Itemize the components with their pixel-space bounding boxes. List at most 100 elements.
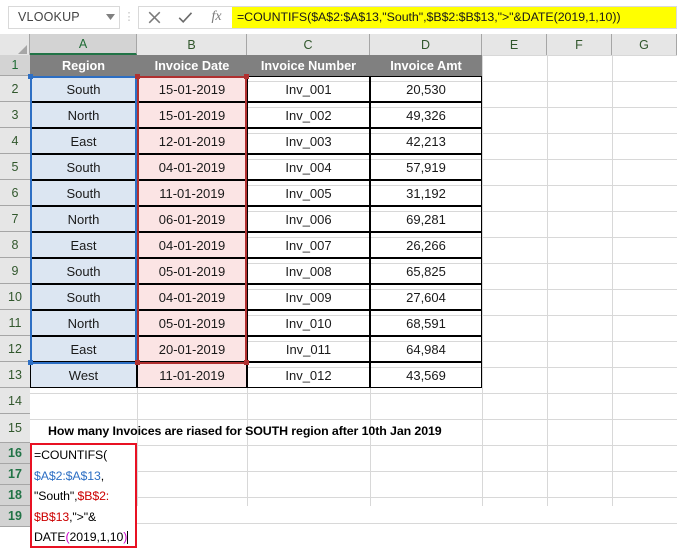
selection-handle-b-tl bbox=[135, 74, 140, 79]
cell-invoice-amount[interactable]: 65,825 bbox=[370, 258, 482, 284]
gridline-v bbox=[612, 55, 613, 506]
row-header-9[interactable]: 9 bbox=[0, 258, 30, 284]
column-header-g[interactable]: G bbox=[612, 34, 677, 55]
cell-region[interactable]: West bbox=[30, 362, 137, 388]
cell-invoice-amount[interactable]: 69,281 bbox=[370, 206, 482, 232]
cell-region[interactable]: South bbox=[30, 284, 137, 310]
cell-invoice-amount[interactable]: 68,591 bbox=[370, 310, 482, 336]
cell-region[interactable]: South bbox=[30, 76, 137, 102]
formula-bar-divider: ⋮ bbox=[123, 10, 135, 23]
cell-invoice-amount[interactable]: 31,192 bbox=[370, 180, 482, 206]
formula-edit-cell[interactable]: =COUNTIFS($A$2:$A$13, "South",$B$2: $B$13,… bbox=[30, 443, 137, 548]
formula-token: "South", bbox=[34, 489, 78, 503]
cell-invoice-number[interactable]: Inv_002 bbox=[247, 102, 370, 128]
cell-region[interactable]: North bbox=[30, 310, 137, 336]
cell-invoice-amount[interactable]: 57,919 bbox=[370, 154, 482, 180]
cell-region[interactable]: East bbox=[30, 128, 137, 154]
column-header-e[interactable]: E bbox=[482, 34, 547, 55]
fx-icon[interactable]: fx bbox=[201, 7, 232, 28]
gridline-v bbox=[482, 55, 483, 506]
cell-invoice-amount[interactable]: 27,604 bbox=[370, 284, 482, 310]
column-header-a[interactable]: A bbox=[30, 34, 137, 55]
cell-region[interactable]: South bbox=[30, 154, 137, 180]
formula-input[interactable]: =COUNTIFS($A$2:$A$13,"South",$B$2:$B$13,… bbox=[232, 5, 677, 29]
cell-invoice-number[interactable]: Inv_008 bbox=[247, 258, 370, 284]
cell-invoice-number[interactable]: Inv_004 bbox=[247, 154, 370, 180]
question-label: How many Invoices are riased for SOUTH r… bbox=[48, 424, 442, 438]
cell-invoice-date[interactable]: 04-01-2019 bbox=[137, 284, 247, 310]
cell-invoice-amount[interactable]: 49,326 bbox=[370, 102, 482, 128]
formula-token: $B$13 bbox=[34, 509, 70, 524]
row-header-11[interactable]: 11 bbox=[0, 310, 30, 336]
name-box[interactable]: VLOOKUP bbox=[8, 5, 120, 29]
cell-invoice-number[interactable]: Inv_012 bbox=[247, 362, 370, 388]
cell-invoice-amount[interactable]: 20,530 bbox=[370, 76, 482, 102]
cell-invoice-amount[interactable]: 43,569 bbox=[370, 362, 482, 388]
cell-invoice-date[interactable]: 15-01-2019 bbox=[137, 76, 247, 102]
cell-invoice-amount[interactable]: 64,984 bbox=[370, 336, 482, 362]
row-header-10[interactable]: 10 bbox=[0, 284, 30, 310]
select-all-corner[interactable] bbox=[0, 34, 30, 55]
cell-invoice-number[interactable]: Inv_005 bbox=[247, 180, 370, 206]
cell-invoice-amount[interactable]: 42,213 bbox=[370, 128, 482, 154]
column-header-c[interactable]: C bbox=[247, 34, 370, 55]
row-header-8[interactable]: 8 bbox=[0, 232, 30, 258]
formula-bar: VLOOKUP ⋮ fx =COUNTIFS($A$2:$A$13,"South… bbox=[0, 0, 677, 35]
row-header-19[interactable]: 19 bbox=[0, 506, 30, 527]
cell-invoice-date[interactable]: 04-01-2019 bbox=[137, 154, 247, 180]
cell-invoice-date[interactable]: 04-01-2019 bbox=[137, 232, 247, 258]
cell-invoice-date[interactable]: 15-01-2019 bbox=[137, 102, 247, 128]
formula-bar-buttons: fx bbox=[138, 5, 232, 29]
formula-token: $B$2: bbox=[77, 489, 110, 503]
cell-invoice-date[interactable]: 11-01-2019 bbox=[137, 362, 247, 388]
row-header-4[interactable]: 4 bbox=[0, 128, 30, 154]
cell-region[interactable]: North bbox=[30, 206, 137, 232]
cell-region[interactable]: South bbox=[30, 258, 137, 284]
selection-handle-a-bl bbox=[28, 360, 33, 365]
cell-invoice-date[interactable]: 05-01-2019 bbox=[137, 310, 247, 336]
cell-invoice-number[interactable]: Inv_011 bbox=[247, 336, 370, 362]
formula-line-1: =COUNTIFS( bbox=[32, 445, 135, 466]
cell-invoice-number[interactable]: Inv_003 bbox=[247, 128, 370, 154]
cell-invoice-number[interactable]: Inv_010 bbox=[247, 310, 370, 336]
row-header-16[interactable]: 16 bbox=[0, 443, 30, 464]
cell-invoice-date[interactable]: 12-01-2019 bbox=[137, 128, 247, 154]
row-header-12[interactable]: 12 bbox=[0, 336, 30, 362]
close-icon[interactable] bbox=[139, 7, 170, 28]
row-header-3[interactable]: 3 bbox=[0, 102, 30, 128]
selection-handle-b-bl bbox=[135, 360, 140, 365]
table-header-a: Region bbox=[30, 55, 137, 76]
row-header-17[interactable]: 17 bbox=[0, 464, 30, 485]
cell-region[interactable]: South bbox=[30, 180, 137, 206]
cell-invoice-date[interactable]: 05-01-2019 bbox=[137, 258, 247, 284]
column-header-d[interactable]: D bbox=[370, 34, 482, 55]
column-header-f[interactable]: F bbox=[547, 34, 612, 55]
cell-invoice-amount[interactable]: 26,266 bbox=[370, 232, 482, 258]
chevron-down-icon[interactable] bbox=[101, 14, 119, 20]
row-header-18[interactable]: 18 bbox=[0, 485, 30, 506]
row-header-15[interactable]: 15 bbox=[0, 414, 30, 443]
cell-region[interactable]: North bbox=[30, 102, 137, 128]
row-header-1[interactable]: 1 bbox=[0, 55, 30, 76]
cell-invoice-number[interactable]: Inv_006 bbox=[247, 206, 370, 232]
row-header-14[interactable]: 14 bbox=[0, 388, 30, 414]
formula-line-2: $A$2:$A$13, bbox=[32, 466, 135, 487]
row-header-13[interactable]: 13 bbox=[0, 362, 30, 388]
cell-invoice-date[interactable]: 06-01-2019 bbox=[137, 206, 247, 232]
row-header-6[interactable]: 6 bbox=[0, 180, 30, 206]
cell-region[interactable]: East bbox=[30, 336, 137, 362]
cell-invoice-number[interactable]: Inv_007 bbox=[247, 232, 370, 258]
cell-invoice-date[interactable]: 11-01-2019 bbox=[137, 180, 247, 206]
name-box-value: VLOOKUP bbox=[18, 10, 80, 24]
formula-token: DATE bbox=[34, 530, 66, 544]
check-icon[interactable] bbox=[170, 7, 201, 28]
row-header-5[interactable]: 5 bbox=[0, 154, 30, 180]
column-header-b[interactable]: B bbox=[137, 34, 247, 55]
row-header-2[interactable]: 2 bbox=[0, 76, 30, 102]
cell-region[interactable]: East bbox=[30, 232, 137, 258]
spreadsheet-grid: A B C D E F G 1 2 3 4 5 6 7 8 9 10 11 12 13 14 15 16 17 1… bbox=[0, 34, 677, 548]
cell-invoice-date[interactable]: 20-01-2019 bbox=[137, 336, 247, 362]
row-header-7[interactable]: 7 bbox=[0, 206, 30, 232]
cell-invoice-number[interactable]: Inv_001 bbox=[247, 76, 370, 102]
cell-invoice-number[interactable]: Inv_009 bbox=[247, 284, 370, 310]
